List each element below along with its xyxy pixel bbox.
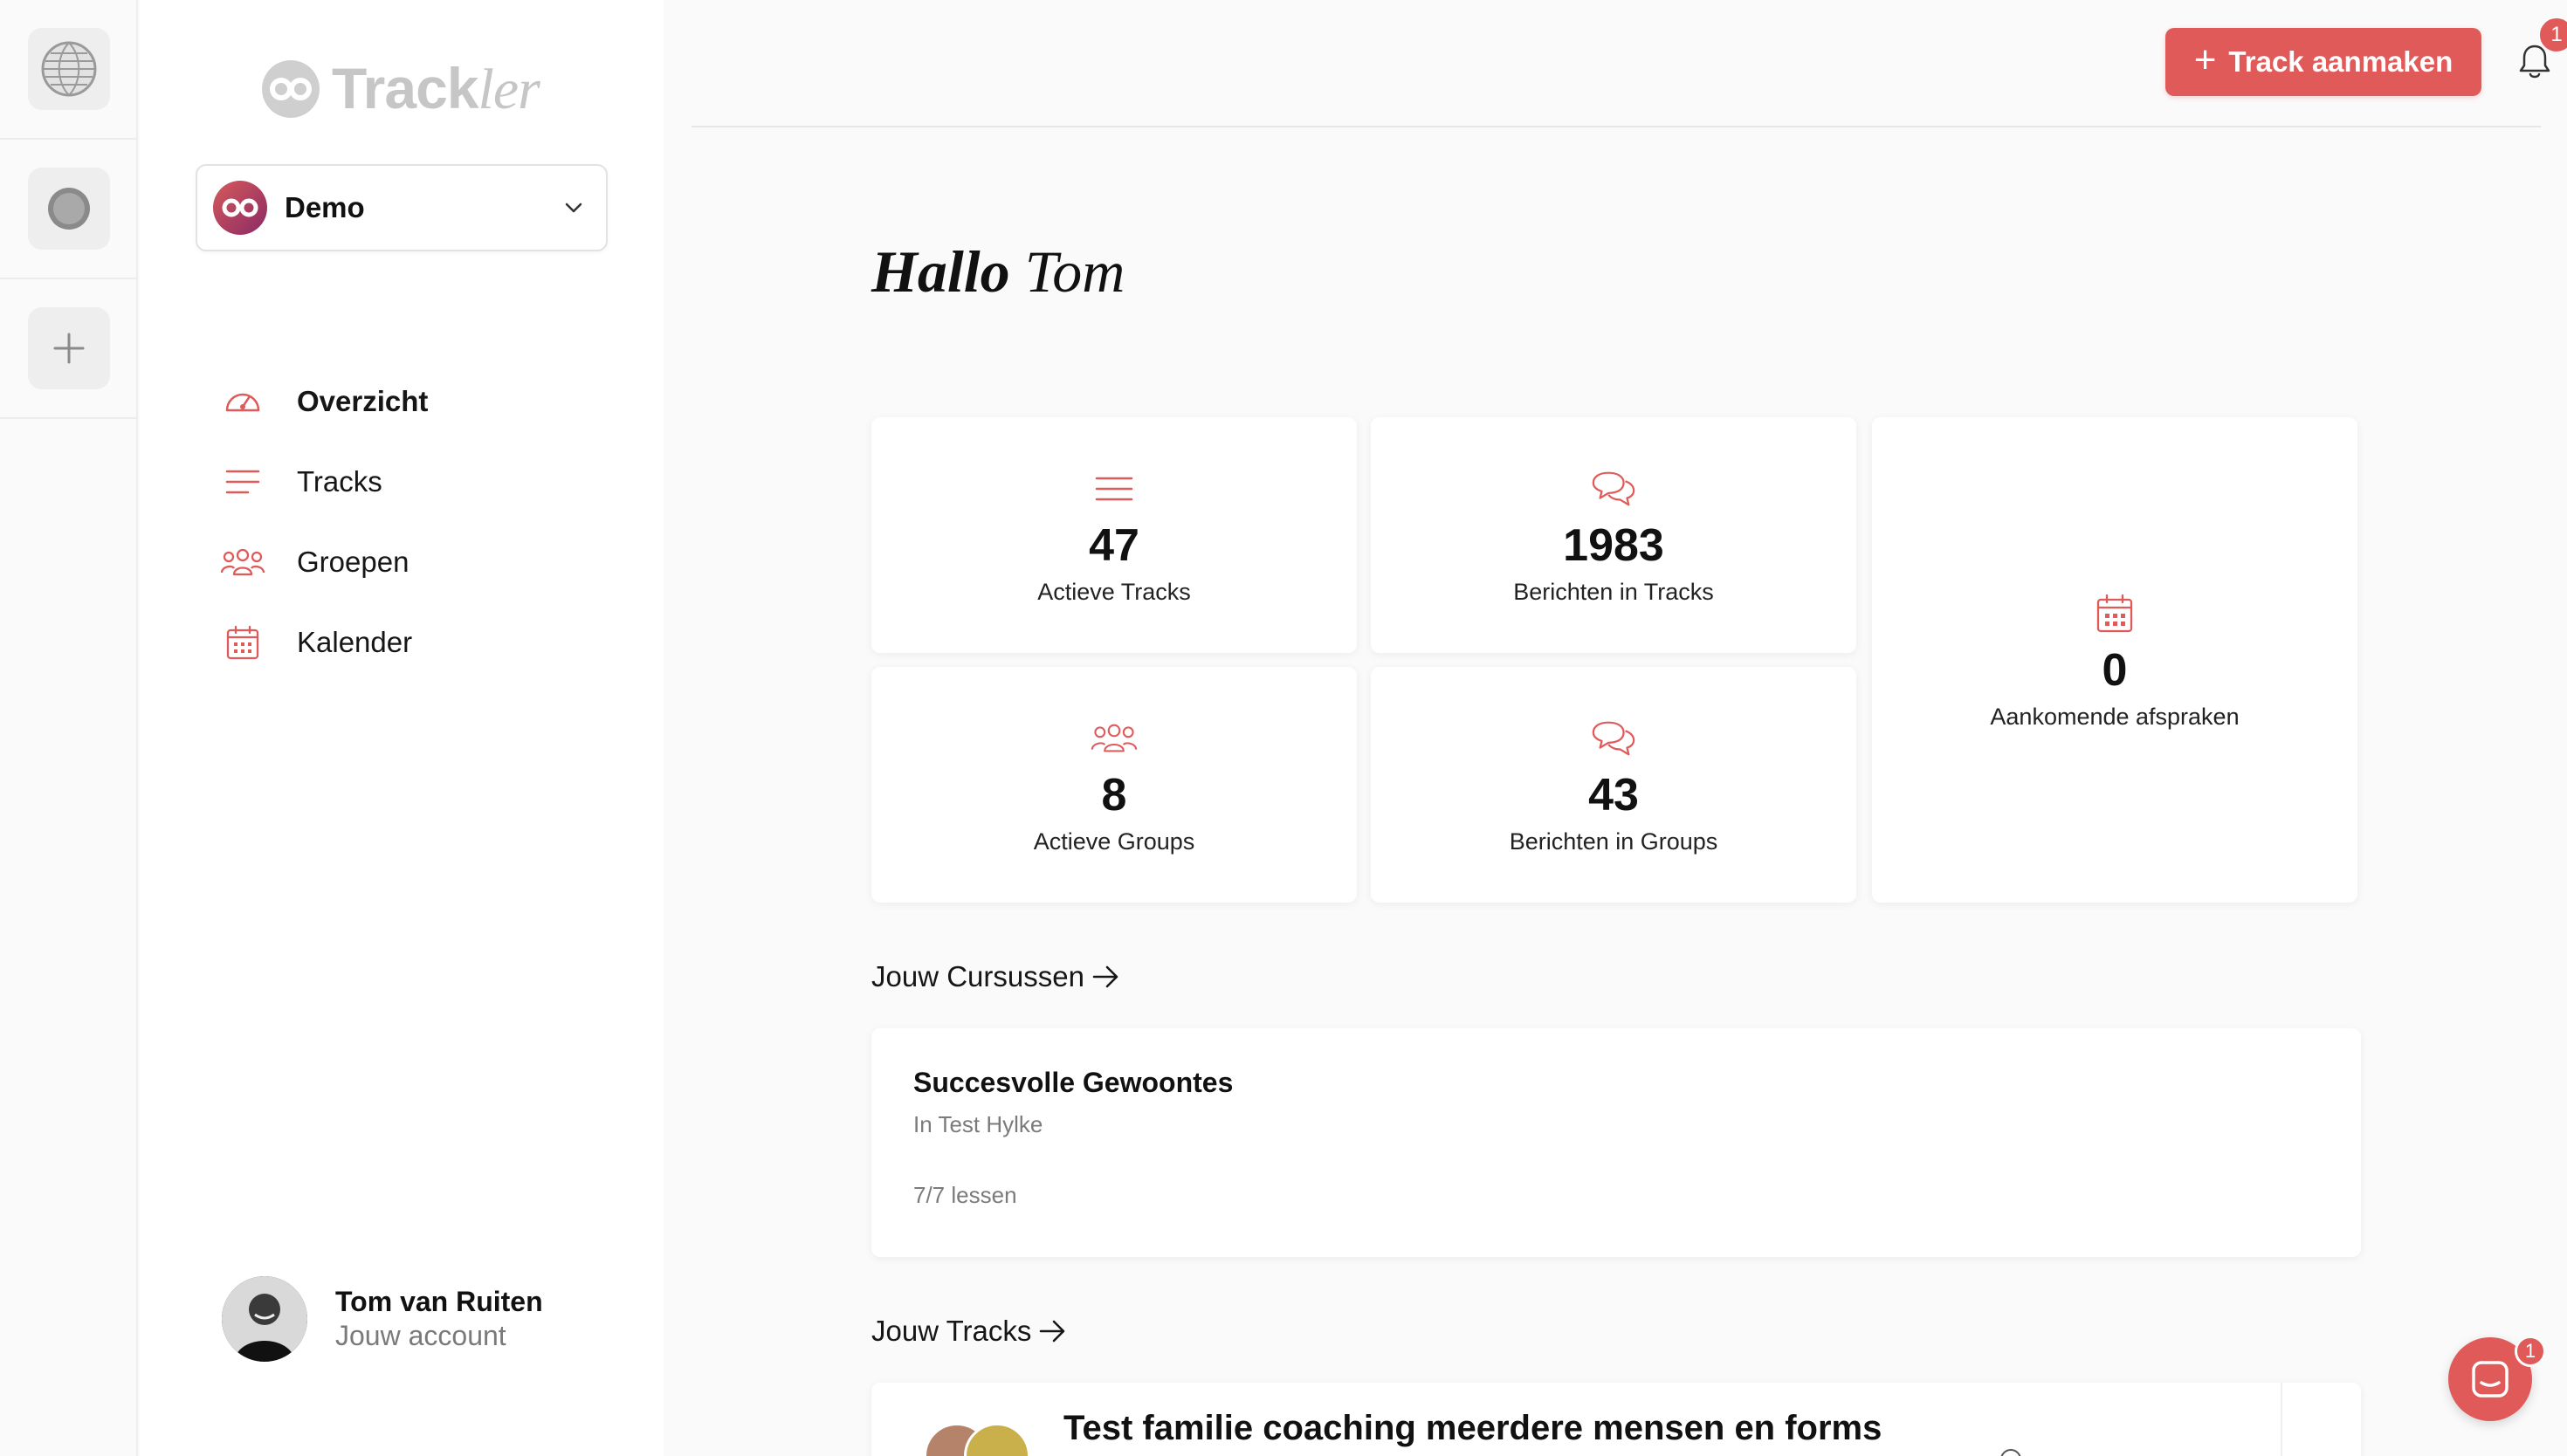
circle-logo-icon <box>48 188 90 230</box>
gauge-icon <box>220 379 265 424</box>
stat-label: Aankomende afspraken <box>1990 703 2240 730</box>
arrow-right-icon <box>1040 1320 1065 1343</box>
track-card[interactable]: Test familie coaching meerdere mensen en… <box>871 1383 2361 1456</box>
main-nav: Overzicht Tracks Groepen Kalender <box>220 361 428 683</box>
add-workspace-button[interactable] <box>28 307 110 389</box>
chevron-down-icon <box>561 195 587 221</box>
rail-workspace-button-2[interactable] <box>28 168 110 250</box>
calendar-icon <box>2091 590 2138 637</box>
workspace-selector[interactable]: Demo <box>196 164 608 251</box>
users-icon <box>1091 715 1138 762</box>
stat-label: Actieve Groups <box>1033 828 1195 855</box>
plus-icon <box>53 333 85 364</box>
account-name: Tom van Ruiten <box>335 1286 543 1317</box>
chat-icon <box>2472 1361 2509 1398</box>
greeting-hello: Hallo <box>871 238 1010 305</box>
stat-value: 47 <box>1089 519 1139 571</box>
course-progress: 7/7 lessen <box>913 1182 1017 1208</box>
top-bar: + Track aanmaken 1 <box>692 0 2567 127</box>
stat-value: 1983 <box>1563 519 1664 571</box>
create-track-button[interactable]: + Track aanmaken <box>2165 28 2481 96</box>
page-title: Hallo Tom <box>871 237 1125 306</box>
courses-section-link[interactable]: Jouw Cursussen <box>871 960 1121 993</box>
rail-workspace-button-1[interactable] <box>28 28 110 110</box>
stat-value: 8 <box>1101 769 1127 821</box>
stat-label: Actieve Tracks <box>1037 578 1191 605</box>
stat-value: 43 <box>1588 769 1639 821</box>
logo-text-italic: ler <box>478 58 540 121</box>
stat-card-upcoming[interactable]: 0 Aankomende afspraken <box>1872 417 2357 903</box>
logo-wordmark: Trackler <box>332 55 540 123</box>
chat-bubbles-icon <box>1590 465 1637 512</box>
greeting-name: Tom <box>1024 238 1125 305</box>
list-icon <box>220 459 265 505</box>
rail-slot-1 <box>0 0 138 140</box>
calendar-icon <box>220 620 265 665</box>
create-track-label: Track aanmaken <box>2228 45 2453 78</box>
nav-label: Kalender <box>297 626 413 658</box>
chat-badge: 1 <box>2515 1336 2546 1367</box>
course-card[interactable]: Succesvolle Gewoontes In Test Hylke 7/7 … <box>871 1028 2361 1257</box>
track-more-menu[interactable] <box>2281 1383 2361 1456</box>
track-title: Test familie coaching meerdere mensen en… <box>1063 1409 1882 1447</box>
sidebar: Trackler Demo Overzicht Tracks Groepen K… <box>140 0 664 1456</box>
main-content: + Track aanmaken 1 Hallo Tom 47 Actieve … <box>665 0 2567 1456</box>
nav-item-overzicht[interactable]: Overzicht <box>220 361 428 442</box>
nav-label: Overzicht <box>297 385 429 417</box>
stat-card-messages-groups[interactable]: 43 Berichten in Groups <box>1371 667 1856 903</box>
nav-item-groepen[interactable]: Groepen <box>220 522 428 602</box>
course-subtitle: In Test Hylke <box>913 1111 1043 1137</box>
users-icon <box>220 539 265 585</box>
nav-item-tracks[interactable]: Tracks <box>220 442 428 522</box>
workspace-name: Demo <box>285 191 365 223</box>
plus-icon: + <box>2193 38 2217 81</box>
tracks-section-link[interactable]: Jouw Tracks <box>871 1315 1068 1348</box>
account-text: Tom van Ruiten Jouw account <box>335 1286 543 1352</box>
globe-icon <box>41 41 97 97</box>
account-menu[interactable]: Tom van Ruiten Jouw account <box>222 1276 543 1362</box>
rail-slot-3 <box>0 279 138 419</box>
chat-bubbles-icon <box>1590 715 1637 762</box>
nav-item-kalender[interactable]: Kalender <box>220 602 428 683</box>
chat-icon <box>2000 1449 2021 1456</box>
stat-label: Berichten in Tracks <box>1513 578 1714 605</box>
course-title: Succesvolle Gewoontes <box>913 1067 1234 1098</box>
stat-label: Berichten in Groups <box>1509 828 1718 855</box>
app-logo[interactable]: Trackler <box>262 54 540 124</box>
stat-card-active-groups[interactable]: 8 Actieve Groups <box>871 667 1357 903</box>
workspace-rail <box>0 0 138 1456</box>
stat-card-messages-tracks[interactable]: 1983 Berichten in Tracks <box>1371 417 1856 653</box>
section-title: Jouw Tracks <box>871 1315 1032 1347</box>
stat-card-active-tracks[interactable]: 47 Actieve Tracks <box>871 417 1357 653</box>
trackler-logo-icon <box>262 60 320 118</box>
arrow-right-icon <box>1092 965 1118 988</box>
rail-slot-2 <box>0 140 138 279</box>
nav-label: Tracks <box>297 465 382 498</box>
track-avatars <box>924 1423 1046 1456</box>
nav-label: Groepen <box>297 546 409 578</box>
stat-value: 0 <box>2102 644 2128 696</box>
logo-text-main: Track <box>332 56 478 120</box>
section-title: Jouw Cursussen <box>871 960 1084 992</box>
list-icon <box>1091 465 1138 512</box>
avatar <box>222 1276 307 1362</box>
workspace-avatar <box>213 181 267 235</box>
account-subtitle: Jouw account <box>335 1320 506 1351</box>
track-meta <box>1998 1444 2129 1456</box>
